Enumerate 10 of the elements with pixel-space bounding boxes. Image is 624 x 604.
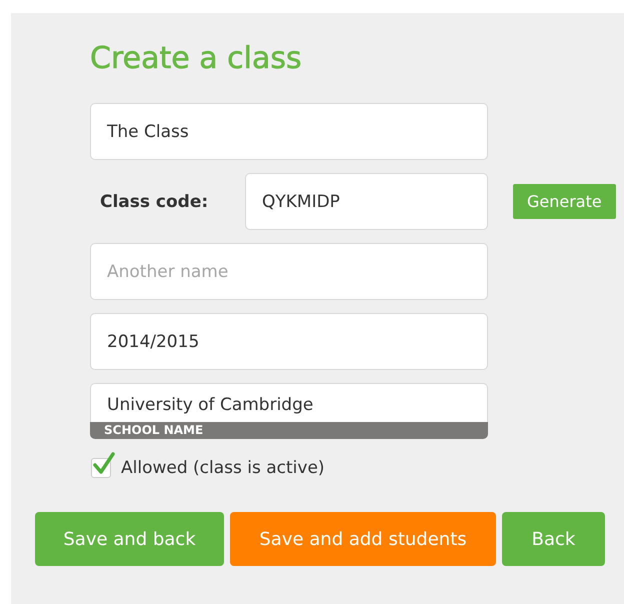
- checkbox[interactable]: [91, 452, 115, 478]
- checkbox-label: Allowed (class is active): [121, 458, 325, 478]
- text-field[interactable]: University of Cambridge: [90, 383, 488, 422]
- page-title: Create a class: [90, 41, 303, 76]
- field-label: Class code:: [99, 192, 210, 212]
- text-field[interactable]: 2014/2015: [90, 313, 488, 370]
- text-field[interactable]: The Class: [90, 103, 488, 160]
- field-caption: SCHOOL NAME: [90, 422, 488, 439]
- text-field[interactable]: Another name: [90, 243, 488, 300]
- code-field[interactable]: QYKMIDP: [245, 173, 488, 230]
